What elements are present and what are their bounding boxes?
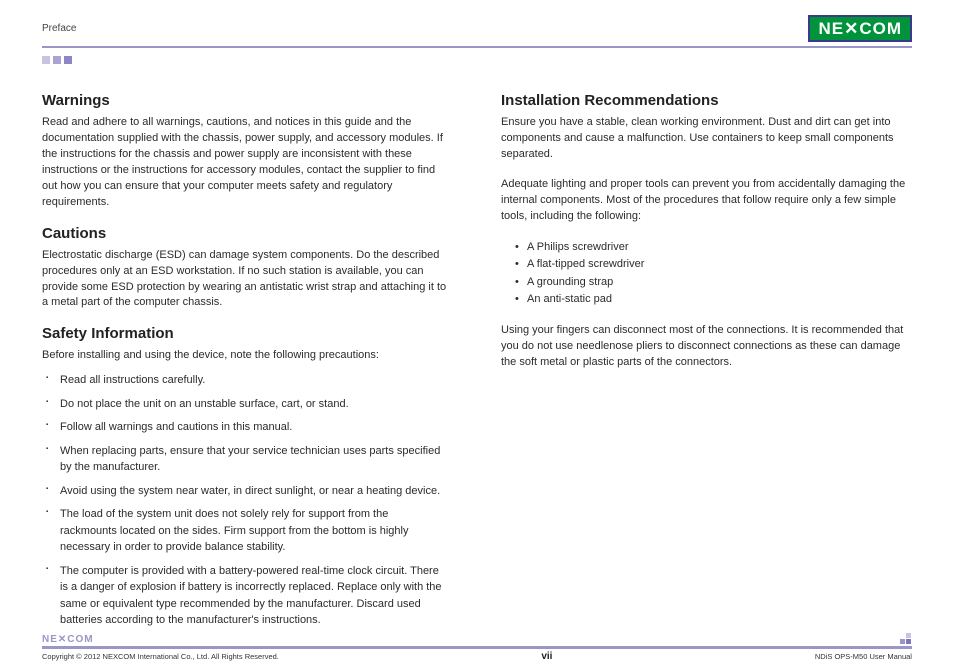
list-item: Avoid using the system near water, in di… xyxy=(60,483,453,500)
safety-intro: Before installing and using the device, … xyxy=(42,348,453,364)
install-heading: Installation Recommendations xyxy=(501,92,912,109)
footer-bar: NE✕COM xyxy=(42,633,912,649)
list-item: The computer is provided with a battery-… xyxy=(60,563,453,629)
decorative-squares xyxy=(42,56,912,64)
install-p2: Adequate lighting and proper tools can p… xyxy=(501,177,912,225)
footer-logo: NE✕COM xyxy=(42,634,94,645)
square-icon xyxy=(53,56,61,64)
page-header: Preface NE✕COM xyxy=(42,14,912,42)
footer-corner-icon xyxy=(900,633,912,645)
list-item: A Philips screwdriver xyxy=(527,239,912,257)
page-number: vii xyxy=(541,651,552,662)
tools-list: A Philips screwdriver A flat-tipped scre… xyxy=(501,239,912,309)
warnings-body: Read and adhere to all warnings, caution… xyxy=(42,115,453,211)
list-item: When replacing parts, ensure that your s… xyxy=(60,443,453,476)
list-item: Do not place the unit on an unstable sur… xyxy=(60,396,453,413)
header-divider xyxy=(42,46,912,48)
footer-meta-row: Copyright © 2012 NEXCOM International Co… xyxy=(42,651,912,662)
right-column: Installation Recommendations Ensure you … xyxy=(501,92,912,636)
list-item: The load of the system unit does not sol… xyxy=(60,506,453,556)
copyright-text: Copyright © 2012 NEXCOM International Co… xyxy=(42,652,279,661)
cautions-body: Electrostatic discharge (ESD) can damage… xyxy=(42,248,453,312)
content-columns: Warnings Read and adhere to all warnings… xyxy=(42,92,912,636)
brand-logo-box: NE✕COM xyxy=(808,15,912,42)
square-icon xyxy=(42,56,50,64)
cautions-heading: Cautions xyxy=(42,225,453,242)
list-item: A grounding strap xyxy=(527,274,912,292)
warnings-heading: Warnings xyxy=(42,92,453,109)
brand-logo: NE✕COM xyxy=(808,15,912,42)
doc-name: NDiS OPS-M50 User Manual xyxy=(815,652,912,661)
safety-list: Read all instructions carefully. Do not … xyxy=(42,372,453,629)
list-item: Read all instructions carefully. xyxy=(60,372,453,389)
list-item: Follow all warnings and cautions in this… xyxy=(60,419,453,436)
list-item: A flat-tipped screwdriver xyxy=(527,256,912,274)
left-column: Warnings Read and adhere to all warnings… xyxy=(42,92,453,636)
install-p3: Using your fingers can disconnect most o… xyxy=(501,323,912,371)
safety-heading: Safety Information xyxy=(42,325,453,342)
square-icon xyxy=(64,56,72,64)
section-label: Preface xyxy=(42,23,76,34)
page: Preface NE✕COM Warnings Read and adhere … xyxy=(0,0,954,672)
list-item: An anti-static pad xyxy=(527,291,912,309)
install-p1: Ensure you have a stable, clean working … xyxy=(501,115,912,163)
page-footer: NE✕COM Copyright © 2012 NEXCOM Internati… xyxy=(42,633,912,662)
